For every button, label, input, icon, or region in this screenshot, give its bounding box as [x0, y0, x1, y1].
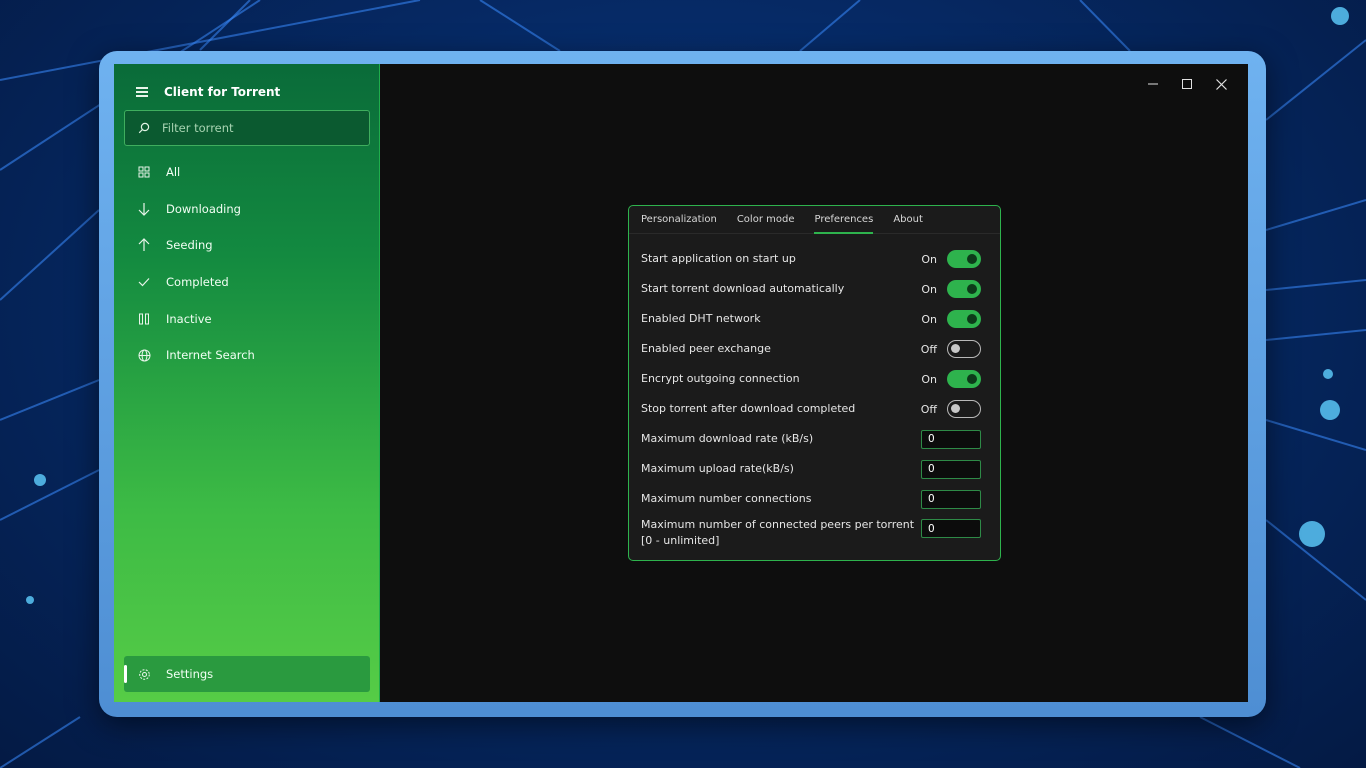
app-title: Client for Torrent [164, 85, 281, 99]
settings-tabs: Personalization Color mode Preferences A… [629, 206, 1000, 234]
arrow-down-icon [136, 201, 152, 217]
sidebar-item-seeding[interactable]: Seeding [124, 230, 370, 260]
start-on-startup-toggle[interactable] [947, 250, 981, 268]
setting-label: Maximum download rate (kB/s) [641, 432, 814, 445]
encrypt-connection-toggle[interactable] [947, 370, 981, 388]
peer-exchange-toggle[interactable] [947, 340, 981, 358]
window-controls [1136, 72, 1238, 96]
sidebar-item-label: All [166, 165, 181, 179]
setting-label: Start torrent download automatically [641, 282, 845, 295]
tab-personalization[interactable]: Personalization [641, 206, 717, 233]
sidebar-item-label: Downloading [166, 202, 241, 216]
minimize-button[interactable] [1136, 72, 1170, 96]
pause-icon [136, 311, 152, 327]
sidebar-item-inactive[interactable]: Inactive [124, 304, 370, 334]
tab-about[interactable]: About [893, 206, 923, 233]
sidebar-item-downloading[interactable]: Downloading [124, 194, 370, 224]
sidebar-item-label: Internet Search [166, 348, 255, 362]
setting-label: Maximum upload rate(kB/s) [641, 462, 794, 475]
toggle-state-text: On [921, 252, 937, 266]
sidebar-item-completed[interactable]: Completed [124, 267, 370, 297]
tab-color-mode[interactable]: Color mode [737, 206, 795, 233]
max-peers-per-torrent-input[interactable] [921, 519, 981, 538]
setting-row: Encrypt outgoing connection On [641, 367, 981, 391]
arrow-up-icon [136, 237, 152, 253]
setting-label: Enabled peer exchange [641, 342, 771, 355]
sidebar-item-label: Completed [166, 275, 229, 289]
toggle-state-text: On [921, 282, 937, 296]
setting-row: Maximum number connections [641, 487, 981, 511]
max-download-rate-input[interactable] [921, 429, 981, 449]
tab-preferences[interactable]: Preferences [814, 206, 873, 234]
maximize-icon [1182, 79, 1192, 89]
stop-after-complete-toggle[interactable] [947, 400, 981, 418]
toggle-state-text: Off [920, 342, 937, 356]
grid-icon [136, 164, 152, 180]
search-input[interactable] [162, 121, 362, 135]
sidebar-item-all[interactable]: All [124, 157, 370, 187]
sidebar-item-label: Seeding [166, 238, 213, 252]
setting-label: Maximum number connections [641, 492, 812, 505]
close-button[interactable] [1204, 72, 1238, 96]
toggle-state-text: Off [920, 402, 937, 416]
search-box[interactable] [124, 110, 370, 146]
minimize-icon [1148, 83, 1158, 85]
setting-row: Maximum number of connected peers per to… [641, 517, 981, 553]
setting-label: Stop torrent after download completed [641, 402, 856, 415]
setting-row: Maximum upload rate(kB/s) [641, 457, 981, 481]
setting-label: Encrypt outgoing connection [641, 372, 800, 385]
setting-row: Start application on start up On [641, 247, 981, 271]
max-upload-rate-input[interactable] [921, 459, 981, 479]
setting-label-group: Maximum number of connected peers per to… [641, 517, 914, 549]
setting-row: Stop torrent after download completed Of… [641, 397, 981, 421]
sidebar-item-internet-search[interactable]: Internet Search [124, 340, 370, 370]
maximize-button[interactable] [1170, 72, 1204, 96]
setting-row: Enabled DHT network On [641, 307, 981, 331]
hamburger-menu-icon[interactable] [136, 87, 150, 97]
search-icon [138, 122, 150, 134]
toggle-state-text: On [921, 312, 937, 326]
sidebar-item-label: Inactive [166, 312, 212, 326]
selection-indicator [124, 665, 127, 683]
setting-label: Maximum number of connected peers per to… [641, 518, 915, 531]
app-window: Client for Torrent All [114, 64, 1248, 702]
setting-row: Maximum download rate (kB/s) [641, 427, 981, 451]
toggle-state-text: On [921, 372, 937, 386]
auto-download-toggle[interactable] [947, 280, 981, 298]
dht-network-toggle[interactable] [947, 310, 981, 328]
app-header: Client for Torrent [136, 82, 280, 102]
max-connections-input[interactable] [921, 489, 981, 509]
sidebar-item-label: Settings [166, 667, 214, 681]
setting-label-range: [0 - unlimited] [641, 534, 720, 547]
gear-icon [136, 666, 152, 682]
setting-row: Enabled peer exchange Off [641, 337, 981, 361]
checkmark-icon [136, 274, 152, 290]
setting-row: Start torrent download automatically On [641, 277, 981, 301]
setting-label: Start application on start up [641, 252, 796, 265]
setting-label: Enabled DHT network [641, 312, 761, 325]
sidebar-item-settings[interactable]: Settings [124, 656, 370, 692]
sidebar: Client for Torrent All [114, 64, 380, 702]
globe-icon [136, 347, 152, 363]
close-icon [1215, 78, 1227, 90]
settings-panel: Personalization Color mode Preferences A… [628, 205, 1001, 561]
